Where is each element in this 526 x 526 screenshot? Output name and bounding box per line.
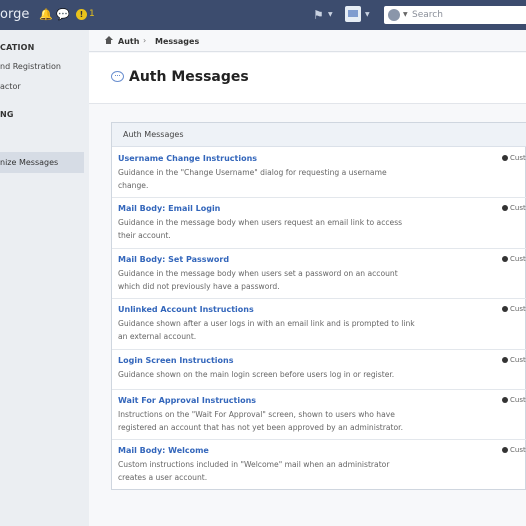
- message-description: Guidance in the "Change Username" dialog…: [118, 168, 387, 190]
- bell-icon[interactable]: 🔔: [39, 8, 53, 21]
- status-dot-icon: [502, 256, 508, 262]
- page-title: Auth Messages: [129, 69, 249, 85]
- globe-icon[interactable]: [388, 9, 400, 21]
- search-box: ▼: [384, 6, 526, 24]
- chevron-down-icon[interactable]: ▼: [365, 11, 370, 18]
- message-description: Instructions on the "Wait For Approval" …: [118, 410, 404, 432]
- breadcrumb-messages[interactable]: Messages: [155, 37, 199, 46]
- list-item: Unlinked Account Instructions Guidance s…: [112, 299, 526, 350]
- search-input[interactable]: [412, 8, 524, 22]
- status-badge: Cust: [502, 255, 526, 263]
- list-item: Username Change Instructions Guidance in…: [112, 148, 526, 198]
- list-item: Mail Body: Set Password Guidance in the …: [112, 249, 526, 299]
- list-item: Mail Body: Email Login Guidance in the m…: [112, 198, 526, 249]
- message-description: Custom instructions included in "Welcome…: [118, 460, 390, 482]
- auth-messages-panel: Auth Messages Username Change Instructio…: [111, 122, 526, 490]
- list-item: Mail Body: Welcome Custom instructions i…: [112, 440, 526, 490]
- status-dot-icon: [502, 306, 508, 312]
- sidebar: CATION nd Registration actor NG nize Mes…: [0, 30, 89, 526]
- message-description: Guidance in the message body when users …: [118, 269, 398, 291]
- top-bar: orge 🔔 💬 ! 1 ⚑ ▼ ▼ ▼: [0, 0, 526, 30]
- message-description: Guidance shown on the main login screen …: [118, 370, 395, 379]
- page-header: Auth Messages: [89, 53, 526, 104]
- brand-name[interactable]: orge: [0, 7, 29, 22]
- status-text: Cust: [510, 204, 526, 212]
- status-badge: Cust: [502, 305, 526, 313]
- message-title-link[interactable]: Mail Body: Welcome: [118, 446, 209, 455]
- status-dot-icon: [502, 205, 508, 211]
- message-description: Guidance shown after a user logs in with…: [118, 319, 415, 341]
- warning-icon[interactable]: !: [76, 9, 87, 20]
- status-text: Cust: [510, 305, 526, 313]
- breadcrumb: Auth › Messages: [89, 30, 526, 52]
- message-title-link[interactable]: Username Change Instructions: [118, 154, 257, 163]
- sidebar-section-heading: CATION: [0, 43, 35, 52]
- status-text: Cust: [510, 154, 526, 162]
- main-content: Auth › Messages Auth Messages Auth Messa…: [89, 30, 526, 526]
- message-title-link[interactable]: Unlinked Account Instructions: [118, 305, 254, 314]
- status-text: Cust: [510, 255, 526, 263]
- status-text: Cust: [510, 446, 526, 454]
- status-dot-icon: [502, 397, 508, 403]
- breadcrumb-separator: ›: [143, 36, 147, 45]
- home-icon[interactable]: [104, 36, 113, 45]
- status-text: Cust: [510, 356, 526, 364]
- message-title-link[interactable]: Mail Body: Set Password: [118, 255, 229, 264]
- status-dot-icon: [502, 447, 508, 453]
- sidebar-item-label: nize Messages: [0, 158, 59, 167]
- status-badge: Cust: [502, 154, 526, 162]
- bookmark-icon[interactable]: ⚑: [313, 8, 324, 22]
- message-title-link[interactable]: Mail Body: Email Login: [118, 204, 220, 213]
- sidebar-item-factor[interactable]: actor: [0, 82, 21, 91]
- sidebar-item-registration[interactable]: nd Registration: [0, 62, 61, 71]
- status-dot-icon: [502, 155, 508, 161]
- message-description: Guidance in the message body when users …: [118, 218, 403, 240]
- message-title-link[interactable]: Wait For Approval Instructions: [118, 396, 256, 405]
- sidebar-section-heading: NG: [0, 110, 14, 119]
- chat-icon[interactable]: 💬: [56, 8, 70, 21]
- breadcrumb-auth[interactable]: Auth: [118, 37, 139, 46]
- status-badge: Cust: [502, 356, 526, 364]
- chat-bubble-icon: [111, 71, 124, 82]
- panel-header: Auth Messages: [112, 123, 526, 147]
- status-text: Cust: [510, 396, 526, 404]
- status-badge: Cust: [502, 204, 526, 212]
- status-dot-icon: [502, 357, 508, 363]
- message-title-link[interactable]: Login Screen Instructions: [118, 356, 233, 365]
- chevron-down-icon[interactable]: ▼: [328, 11, 333, 18]
- list-item: Wait For Approval Instructions Instructi…: [112, 390, 526, 440]
- status-badge: Cust: [502, 396, 526, 404]
- alert-count-badge: 1: [89, 9, 95, 19]
- panel-title: Auth Messages: [123, 130, 184, 139]
- sidebar-item-customize-messages[interactable]: nize Messages: [0, 152, 84, 173]
- list-item: Login Screen Instructions Guidance shown…: [112, 350, 526, 390]
- avatar[interactable]: [345, 6, 361, 22]
- chevron-down-icon[interactable]: ▼: [403, 11, 408, 18]
- status-badge: Cust: [502, 446, 526, 454]
